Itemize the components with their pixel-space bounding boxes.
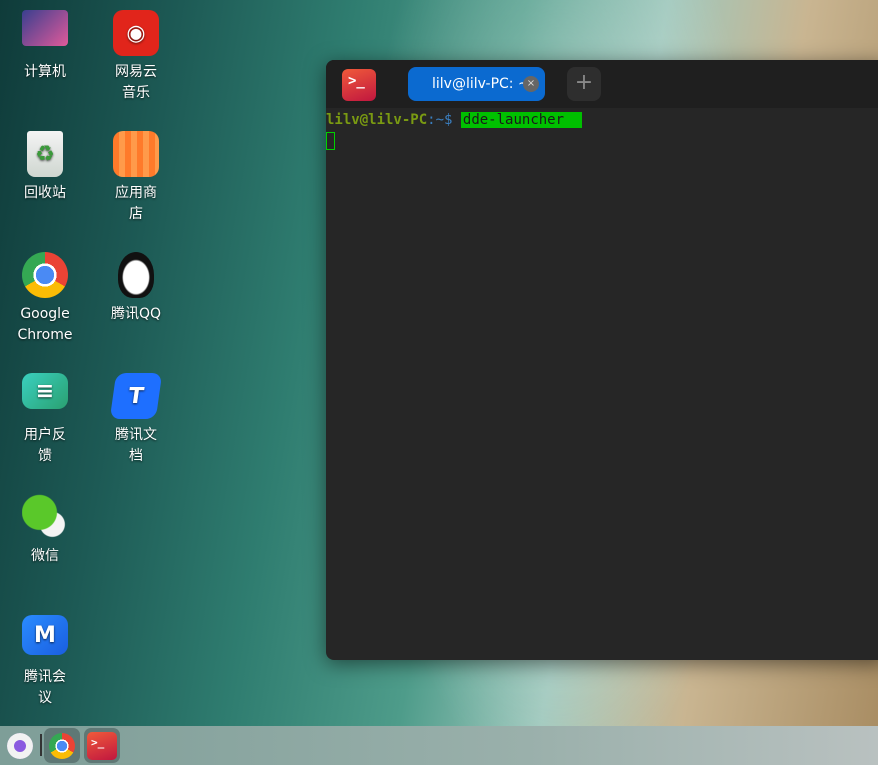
feedback-icon: ≡	[22, 373, 68, 409]
new-tab-button[interactable]: +	[567, 67, 601, 101]
tab-terminal[interactable]: lilv@lilv-PC: ~ ×	[408, 67, 545, 101]
terminal-titlebar[interactable]: >_ lilv@lilv-PC: ~ × +	[326, 60, 878, 108]
computer-icon	[22, 10, 68, 46]
taskbar: >_	[0, 726, 878, 765]
launcher-icon	[7, 732, 33, 759]
desktop-icon-qq[interactable]: 腾讯QQ	[96, 252, 176, 325]
desktop-icon-tencent-meeting[interactable]: M 腾讯会议	[5, 615, 85, 709]
terminal-icon: >_	[87, 731, 117, 760]
desktop-icon-computer[interactable]: 计算机	[5, 10, 85, 83]
tencent-docs-icon: T	[109, 373, 163, 419]
terminal-cursor	[326, 132, 335, 150]
command-text: dde-launcher	[460, 112, 583, 128]
desktop-icon-tencent-docs[interactable]: T 腾讯文档	[96, 373, 176, 467]
desktop-icon-app-store[interactable]: 应用商店	[96, 131, 176, 225]
qq-icon	[118, 252, 154, 298]
prompt-line: lilv@lilv-PC:~$ dde-launcher	[326, 110, 878, 130]
dock-separator	[40, 734, 42, 756]
terminal-window[interactable]: >_ lilv@lilv-PC: ~ × + lilv@lilv-PC:~$ dd…	[326, 60, 878, 660]
trash-icon: ♻	[27, 131, 63, 177]
app-store-icon	[113, 131, 159, 177]
desktop-icon-feedback[interactable]: ≡ 用户反馈	[5, 373, 85, 467]
terminal-app-icon[interactable]: >_	[342, 69, 376, 101]
launcher-button[interactable]	[2, 728, 38, 763]
desktop-icon-chrome[interactable]: Google Chrome	[5, 252, 85, 346]
wechat-icon	[22, 494, 68, 540]
chrome-icon	[49, 732, 75, 759]
desktop-icon-netease-music[interactable]: ◉ 网易云音乐	[96, 10, 176, 104]
desktop-icon-trash[interactable]: ♻ 回收站	[5, 131, 85, 204]
terminal-output[interactable]: lilv@lilv-PC:~$ dde-launcher	[326, 108, 878, 156]
dock-item-chrome[interactable]	[44, 728, 80, 763]
chrome-icon	[22, 252, 68, 298]
dock-item-terminal[interactable]: >_	[84, 728, 120, 763]
close-tab-icon[interactable]: ×	[523, 76, 539, 92]
netease-music-icon: ◉	[113, 10, 159, 56]
desktop-icon-wechat[interactable]: 微信	[5, 494, 85, 567]
tencent-meeting-icon: M	[22, 615, 68, 655]
